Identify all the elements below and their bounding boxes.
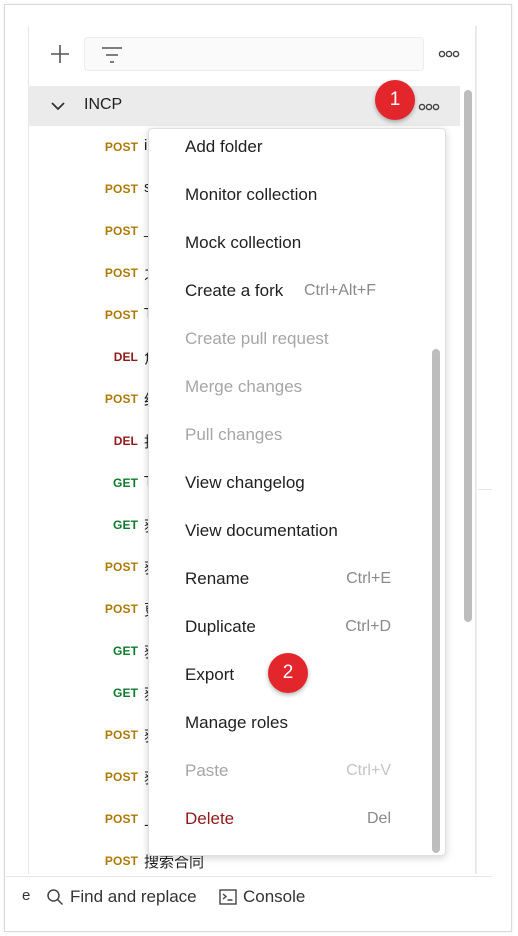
menu-item-label: Rename xyxy=(185,569,250,588)
menu-item-add-folder[interactable]: Add folder xyxy=(149,126,429,174)
menu-item-create-a-fork[interactable]: Create a fork Ctrl+Alt+F xyxy=(149,270,429,318)
request-method: DEL xyxy=(113,350,138,364)
request-method: POST xyxy=(104,266,138,280)
sidebar-divider xyxy=(476,26,477,874)
annotation-badge-2: 2 xyxy=(268,653,308,693)
menu-item-rename[interactable]: Rename Ctrl+E xyxy=(149,558,429,606)
find-replace-label: Find and replace xyxy=(70,887,197,906)
menu-item-view-documentation[interactable]: View documentation xyxy=(149,510,429,558)
request-method: DEL xyxy=(113,434,138,448)
menu-item-shortcut: Ctrl+E xyxy=(346,570,391,587)
collection-name: INCP xyxy=(84,96,123,113)
request-method: POST xyxy=(104,560,138,574)
plus-icon[interactable] xyxy=(46,40,74,68)
request-method: POST xyxy=(104,854,138,868)
menu-item-paste: Paste Ctrl+V xyxy=(149,750,429,798)
menu-item-manage-roles[interactable]: Manage roles xyxy=(149,702,429,750)
chevron-down-icon[interactable] xyxy=(50,98,66,114)
menu-item-mock-collection[interactable]: Mock collection xyxy=(149,222,429,270)
request-method: POST xyxy=(104,392,138,406)
filter-icon xyxy=(102,47,122,63)
menu-item-label: View documentation xyxy=(185,521,338,540)
console-icon xyxy=(219,889,237,905)
request-name: i xyxy=(144,137,148,154)
menu-item-duplicate[interactable]: Duplicate Ctrl+D xyxy=(149,606,429,654)
request-method: GET xyxy=(113,644,138,658)
status-bar-partial-label: e xyxy=(22,887,31,904)
menu-item-label: Monitor collection xyxy=(185,185,318,204)
menu-item-create-pull-request: Create pull request xyxy=(149,318,429,366)
menu-item-pull-changes: Pull changes xyxy=(149,414,429,462)
menu-item-label: Merge changes xyxy=(185,377,303,396)
request-method: POST xyxy=(104,812,138,826)
menu-item-label: Export xyxy=(185,665,235,684)
menu-item-delete[interactable]: Delete Del xyxy=(149,798,429,846)
menu-item-shortcut: Ctrl+D xyxy=(345,618,391,635)
menu-item-shortcut: Ctrl+Alt+F xyxy=(304,282,377,299)
menu-item-label: Create a fork xyxy=(185,281,284,300)
console-button[interactable]: Console xyxy=(219,886,305,908)
request-method: GET xyxy=(113,518,138,532)
request-method: POST xyxy=(104,602,138,616)
menu-item-monitor-collection[interactable]: Monitor collection xyxy=(149,174,429,222)
menu-scrollbar[interactable] xyxy=(432,349,440,853)
console-label: Console xyxy=(243,887,306,906)
menu-item-shortcut: Del xyxy=(366,810,391,827)
request-method: POST xyxy=(104,308,138,322)
request-method: GET xyxy=(113,476,138,490)
menu-item-label: Add folder xyxy=(185,137,263,156)
find-replace-button[interactable]: Find and replace xyxy=(46,886,197,908)
request-method: GET xyxy=(113,686,138,700)
annotation-badge-1: 1 xyxy=(375,80,415,120)
menu-item-view-changelog[interactable]: View changelog xyxy=(149,462,429,510)
status-bar: e Find and replace Console xyxy=(6,876,492,917)
menu-item-label: Delete xyxy=(185,809,235,828)
menu-item-merge-changes: Merge changes xyxy=(149,366,429,414)
menu-item-label: Paste xyxy=(185,761,229,780)
menu-item-label: Duplicate xyxy=(185,617,256,636)
more-horizontal-icon[interactable] xyxy=(436,44,462,64)
menu-item-label: Manage roles xyxy=(185,713,289,732)
collection-more-icon[interactable] xyxy=(416,98,442,116)
menu-item-shortcut: Ctrl+V xyxy=(346,762,391,779)
menu-item-label: Create pull request xyxy=(185,329,329,348)
search-icon xyxy=(47,889,64,906)
sidebar-toolbar xyxy=(28,30,476,80)
collection-context-menu: Add folder Monitor collection Mock collect… xyxy=(148,128,446,856)
pane-divider xyxy=(478,489,492,490)
request-method: POST xyxy=(104,728,138,742)
menu-item-label: Mock collection xyxy=(185,233,302,252)
request-method: POST xyxy=(104,770,138,784)
request-method: POST xyxy=(104,182,138,196)
request-method: POST xyxy=(104,140,138,154)
menu-item-label: View changelog xyxy=(185,473,305,492)
request-method: POST xyxy=(104,224,138,238)
filter-input[interactable] xyxy=(84,37,424,71)
menu-item-label: Pull changes xyxy=(185,425,283,444)
sidebar-scrollbar[interactable] xyxy=(464,90,472,622)
